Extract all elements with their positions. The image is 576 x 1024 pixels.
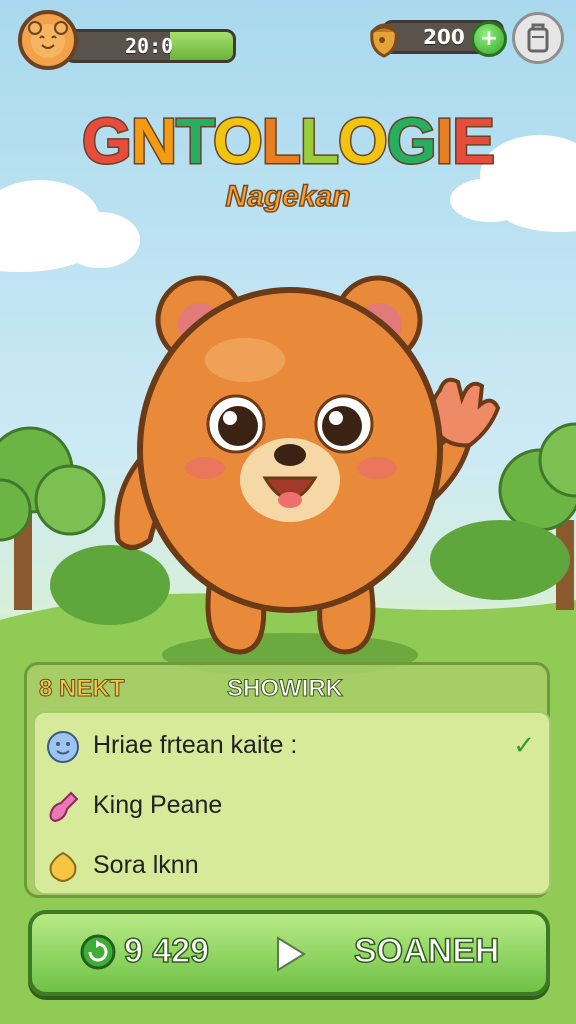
blue-smiley-icon	[47, 731, 79, 763]
bush-right	[430, 520, 570, 600]
title-letter: L	[298, 104, 340, 179]
panel-center-header: SHOWIRK	[227, 675, 344, 703]
bush-left	[50, 545, 170, 625]
list-item[interactable]: Hriae frtean kaite : ✓	[35, 717, 549, 777]
play-arrow-icon	[277, 936, 306, 972]
play-button-label: SOANEH	[353, 931, 500, 971]
title-letter: L	[260, 104, 302, 179]
play-button[interactable]: 9 429 SOANEH	[28, 910, 550, 996]
game-title: GNTOLLOGIE	[0, 104, 576, 179]
coin-hud: 200 +	[370, 18, 507, 58]
xp-text: 20:0	[125, 34, 174, 58]
bear-face-icon	[28, 21, 68, 58]
xp-bar: 20:0	[64, 29, 236, 63]
game-scene: 20:0 200 + GNTOLLOGIE Nagekan 8 NEKT SHO…	[0, 0, 576, 1024]
title-letter: I	[434, 104, 455, 179]
xp-hud: 20:0	[18, 10, 238, 74]
item-list: Hriae frtean kaite : ✓ King Peane Sora l…	[33, 711, 551, 895]
add-coins-button[interactable]: +	[471, 21, 507, 57]
panel-left-header: 8 NEKT	[38, 675, 125, 703]
list-item[interactable]: King Peane	[35, 777, 549, 837]
refresh-coin-icon	[80, 934, 116, 970]
list-item-label: Hriae frtean kaite :	[93, 731, 298, 759]
info-panel: 8 NEKT SHOWIRK Hriae frtean kaite : ✓ Ki…	[24, 662, 551, 898]
cost-text: 9 429	[123, 931, 210, 971]
title-letter: T	[175, 104, 216, 179]
title-letter: O	[336, 104, 389, 179]
title-letter: O	[211, 104, 264, 179]
title-letter: G	[81, 104, 134, 179]
check-icon: ✓	[513, 731, 535, 761]
title-letter: G	[385, 104, 438, 179]
game-subtitle: Nagekan	[225, 179, 352, 214]
list-item[interactable]: Sora lknn	[35, 837, 549, 897]
player-avatar[interactable]	[18, 10, 78, 70]
list-item-label: Sora lknn	[93, 851, 199, 879]
title-letter: N	[129, 104, 178, 179]
coin-text: 200	[423, 25, 465, 49]
list-item-label: King Peane	[93, 791, 223, 819]
pink-bottle-icon	[49, 791, 79, 823]
settings-button[interactable]	[512, 12, 564, 64]
acorn-icon	[370, 23, 398, 58]
backpack-icon	[527, 23, 549, 53]
yellow-leaf-icon	[49, 851, 77, 882]
xp-bar-fill	[169, 32, 233, 60]
title-letter: E	[451, 104, 497, 179]
